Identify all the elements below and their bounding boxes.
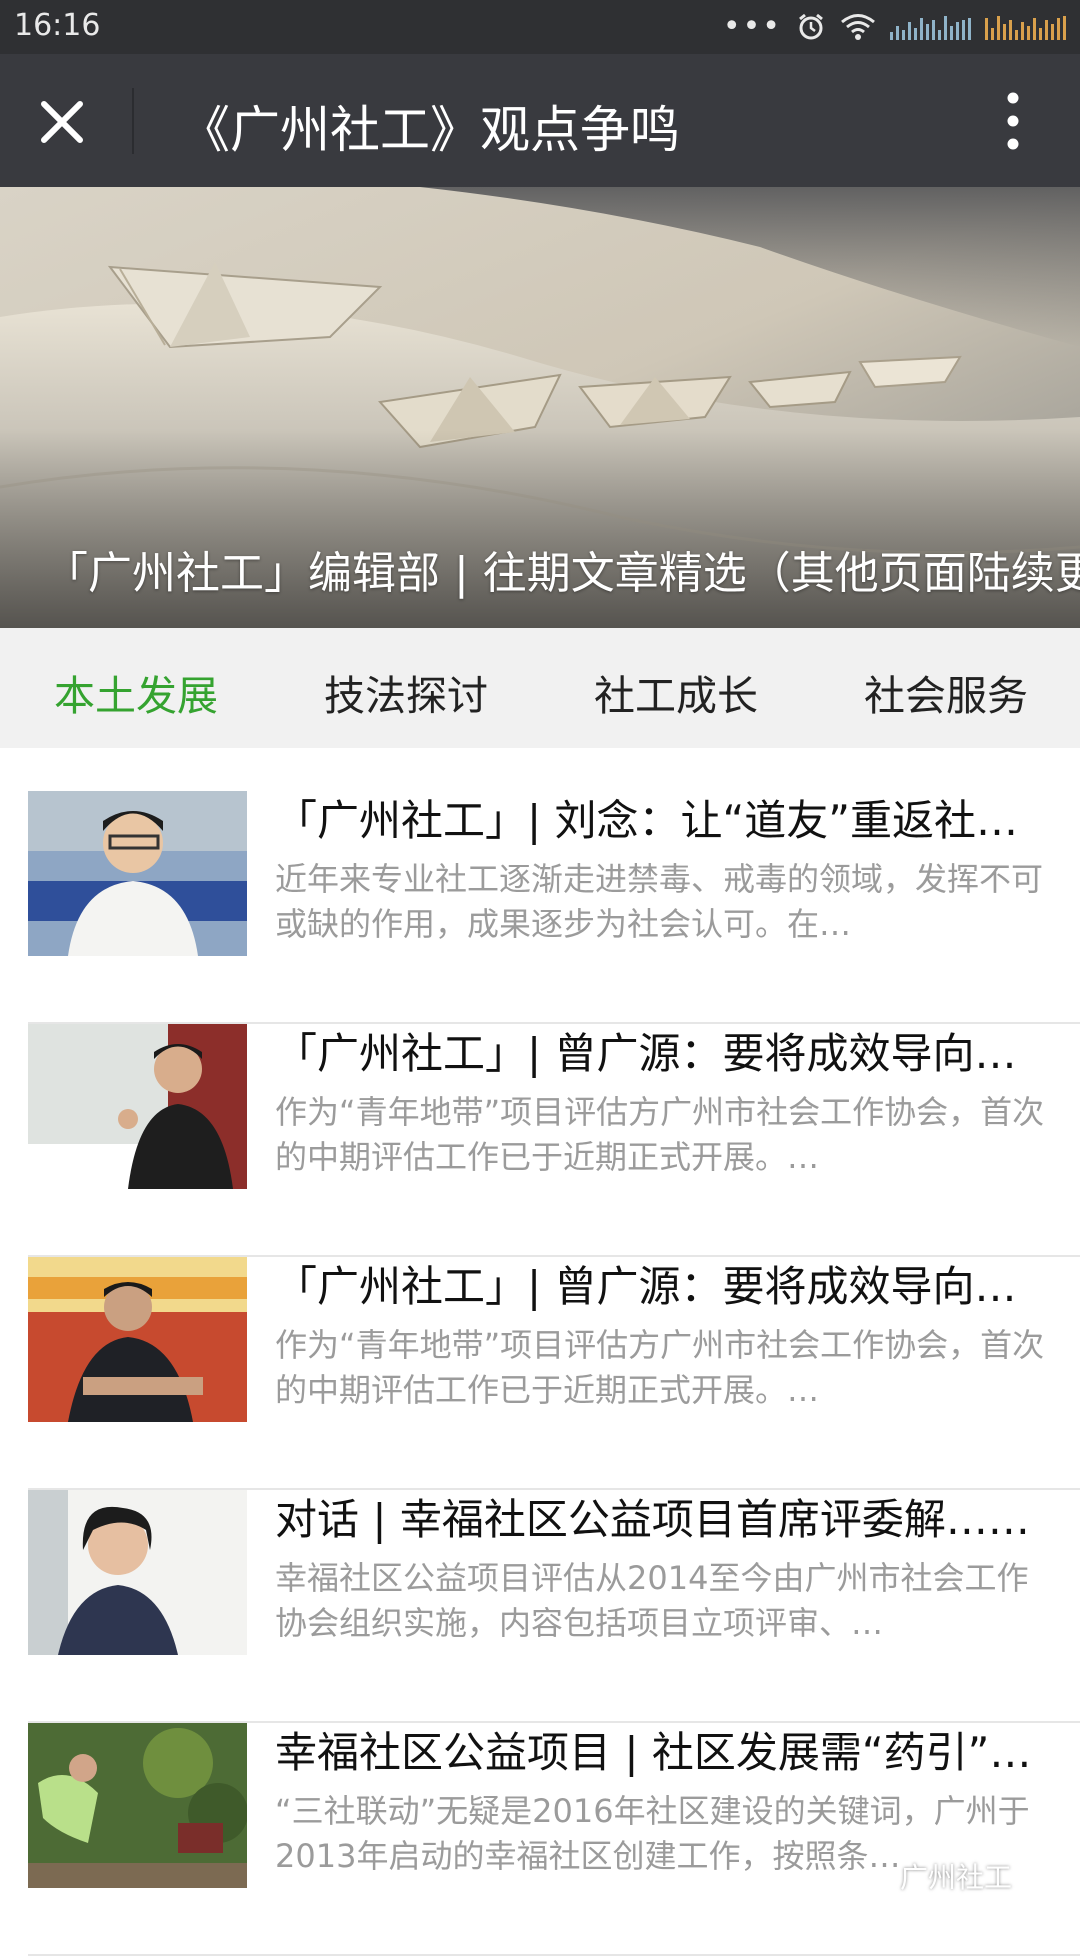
watermark: 广州社工 (900, 1861, 1013, 1894)
close-icon (41, 101, 83, 143)
status-bar: 16:16 ••• (0, 0, 1080, 54)
battery-bars-icon (985, 14, 1066, 40)
list-item[interactable]: 对话 | 幸福社区公益项目首席评委解…… 幸福社区公益项目评估从2014至今由广… (28, 1490, 1080, 1723)
list-item[interactable]: 「广州社工」| 曾广源：要将成效导向…… 作为“青年地带”项目评估方广州市社会工… (28, 1024, 1080, 1257)
notification-dots-icon: ••• (722, 9, 782, 44)
article-thumbnail (28, 1257, 247, 1422)
close-button[interactable] (30, 90, 94, 154)
more-vertical-icon (1007, 92, 1019, 150)
wifi-icon (841, 14, 875, 40)
article-thumbnail (28, 1024, 247, 1189)
signal-strength-icon (890, 14, 971, 40)
tab-social-worker-growth[interactable]: 社工成长 (594, 662, 758, 722)
status-time: 16:16 (14, 8, 101, 43)
banner[interactable]: 「广州社工」编辑部 | 往期文章精选（其他页面陆续更 (0, 187, 1080, 628)
list-item[interactable]: 「广州社工」| 曾广源：要将成效导向…… 作为“青年地带”项目评估方广州市社会工… (28, 1257, 1080, 1490)
article-title: 「广州社工」| 曾广源：要将成效导向…… (275, 1262, 1055, 1311)
article-description: 作为“青年地带”项目评估方广州市社会工作协会，首次的中期评估工作已于近期正式开展… (275, 1326, 1045, 1409)
article-thumbnail (28, 791, 247, 956)
article-title: 「广州社工」| 曾广源：要将成效导向…… (275, 1029, 1055, 1078)
article-title: 「广州社工」| 刘念：让“道友”重返社会…… (275, 796, 1055, 845)
article-thumbnail (28, 1490, 247, 1655)
list-item[interactable]: 「广州社工」| 刘念：让“道友”重返社会…… 近年来专业社工逐渐走进禁毒、戒毒的… (28, 791, 1080, 1024)
tab-technique-discussion[interactable]: 技法探讨 (324, 662, 488, 722)
category-tabs: 本土发展 技法探讨 社工成长 社会服务 (0, 628, 1080, 748)
more-menu-button[interactable] (990, 88, 1036, 154)
article-description: 幸福社区公益项目评估从2014至今由广州市社会工作协会组织实施，内容包括项目立项… (275, 1559, 1029, 1642)
title-bar: 《广州社工》观点争鸣 (0, 54, 1080, 187)
article-thumbnail (28, 1723, 247, 1888)
article-description: 作为“青年地带”项目评估方广州市社会工作协会，首次的中期评估工作已于近期正式开展… (275, 1093, 1045, 1176)
page-title: 《广州社工》观点争鸣 (180, 101, 680, 159)
banner-caption: 「广州社工」编辑部 | 往期文章精选（其他页面陆续更 (44, 548, 1080, 599)
tab-social-services[interactable]: 社会服务 (864, 662, 1028, 722)
status-icons: ••• (723, 10, 1066, 44)
article-title: 对话 | 幸福社区公益项目首席评委解…… (275, 1495, 1030, 1544)
alarm-icon (799, 13, 823, 40)
list-item[interactable]: 幸福社区公益项目 | 社区发展需“药引”… “三社联动”无疑是2016年社区建设… (28, 1723, 1080, 1956)
title-divider (132, 88, 134, 154)
article-description: 近年来专业社工逐渐走进禁毒、戒毒的领域，发挥不可或缺的作用，成果逐步为社会认可。… (275, 860, 1044, 943)
tab-local-development[interactable]: 本土发展 (54, 662, 218, 722)
article-title: 幸福社区公益项目 | 社区发展需“药引”… (275, 1728, 1032, 1777)
